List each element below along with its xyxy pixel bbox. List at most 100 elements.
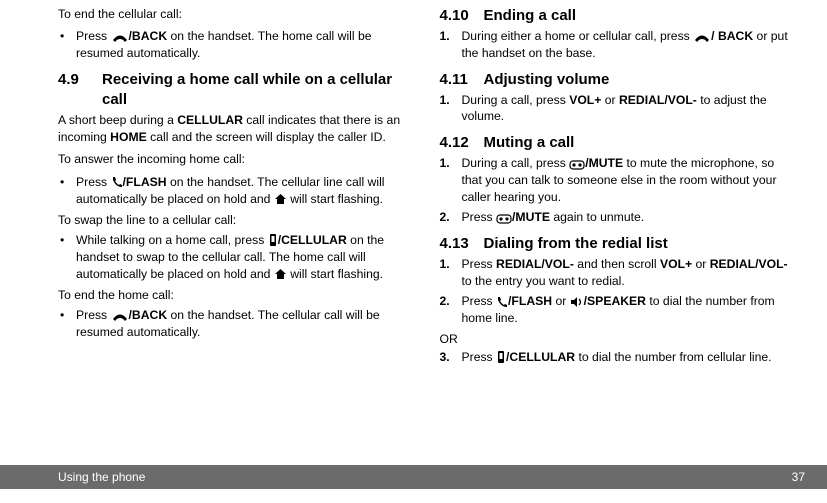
phone-icon	[496, 294, 508, 310]
mute-icon	[496, 210, 512, 226]
list-item: 1. During a call, press VOL+ or REDIAL/V…	[440, 92, 798, 125]
list-item: • Press /BACK on the handset. The cellul…	[58, 307, 416, 340]
key-label: REDIAL/VOL-	[496, 257, 574, 271]
key-label: /CELLULAR	[506, 350, 575, 364]
list-item: • Press /BACK on the handset. The home c…	[58, 28, 416, 61]
page-number: 37	[792, 470, 805, 484]
text: Press	[76, 29, 111, 43]
item-number: 2.	[440, 293, 462, 326]
text: and then scroll	[574, 257, 660, 271]
heading-number: 4.13	[440, 234, 484, 254]
text: Press	[462, 257, 497, 271]
cellular-icon	[268, 233, 278, 249]
bullet-marker: •	[60, 28, 76, 61]
item-text: During a call, press VOL+ or REDIAL/VOL-…	[462, 92, 798, 125]
key-label: /MUTE	[585, 156, 623, 170]
key-label: /FLASH	[508, 294, 552, 308]
heading-title: Dialing from the redial list	[484, 234, 668, 254]
right-column: 4.10 Ending a call 1. During either a ho…	[440, 6, 798, 460]
heading-4-13: 4.13 Dialing from the redial list	[440, 234, 798, 254]
item-text: Press /CELLULAR to dial the number from …	[462, 349, 798, 366]
text-bold: CELLULAR	[177, 113, 243, 127]
bullet-text: While talking on a home call, press /CEL…	[76, 232, 416, 283]
key-label: /CELLULAR	[278, 233, 347, 247]
content-area: To end the cellular call: • Press /BACK …	[0, 0, 827, 460]
item-number: 1.	[440, 155, 462, 205]
text: will start flashing.	[287, 192, 383, 206]
text: Press	[462, 350, 497, 364]
heading-number: 4.12	[440, 133, 484, 153]
item-number: 3.	[440, 349, 462, 366]
heading-number: 4.11	[440, 70, 484, 90]
text: to dial the number from cellular line.	[575, 350, 771, 364]
bullet-marker: •	[60, 232, 76, 283]
bullet-marker: •	[60, 174, 76, 208]
text: or	[692, 257, 710, 271]
handset-icon	[111, 29, 129, 45]
heading-title: Ending a call	[484, 6, 577, 26]
text: call and the screen will display the cal…	[147, 130, 386, 144]
or-text: OR	[440, 331, 798, 347]
item-text: Press REDIAL/VOL- and then scroll VOL+ o…	[462, 256, 798, 289]
heading-4-10: 4.10 Ending a call	[440, 6, 798, 26]
heading-number: 4.10	[440, 6, 484, 26]
key-label: REDIAL/VOL-	[710, 257, 788, 271]
text: will start flashing.	[287, 267, 383, 281]
item-number: 2.	[440, 209, 462, 226]
home-icon	[274, 266, 287, 282]
heading-4-12: 4.12 Muting a call	[440, 133, 798, 153]
page: To end the cellular call: • Press /BACK …	[0, 0, 827, 503]
key-label: /BACK	[129, 308, 168, 322]
text: Press	[76, 308, 111, 322]
text-bold: HOME	[110, 130, 147, 144]
heading-4-9: 4.9 Receiving a home call while on a cel…	[58, 70, 416, 111]
text: To end the home call:	[58, 287, 416, 303]
handset-icon	[111, 308, 129, 324]
left-column: To end the cellular call: • Press /BACK …	[58, 6, 416, 460]
text: To swap the line to a cellular call:	[58, 212, 416, 228]
list-item: 1. During a call, press /MUTE to mute th…	[440, 155, 798, 205]
text: To end the cellular call:	[58, 6, 416, 22]
item-number: 1.	[440, 28, 462, 61]
phone-icon	[111, 174, 123, 190]
text: While talking on a home call, press	[76, 233, 268, 247]
key-label: /MUTE	[512, 210, 550, 224]
bullet-marker: •	[60, 307, 76, 340]
key-label: / BACK	[711, 29, 753, 43]
text: During either a home or cellular call, p…	[462, 29, 694, 43]
key-label: VOL+	[660, 257, 692, 271]
heading-4-11: 4.11 Adjusting volume	[440, 70, 798, 90]
text: Press	[462, 210, 497, 224]
key-label: /FLASH	[123, 175, 167, 189]
heading-title: Receiving a home call while on a cellula…	[102, 70, 416, 111]
text: To answer the incoming home call:	[58, 151, 416, 167]
item-text: During either a home or cellular call, p…	[462, 28, 798, 61]
list-item: 1. During either a home or cellular call…	[440, 28, 798, 61]
key-label: /SPEAKER	[584, 294, 646, 308]
home-icon	[274, 191, 287, 207]
key-label: REDIAL/VOL-	[619, 93, 697, 107]
bullet-text: Press /BACK on the handset. The cellular…	[76, 307, 416, 340]
footer-title: Using the phone	[58, 470, 145, 484]
item-text: Press /MUTE again to unmute.	[462, 209, 798, 226]
heading-number: 4.9	[58, 70, 102, 90]
item-number: 1.	[440, 92, 462, 125]
text: to the entry you want to redial.	[462, 274, 625, 288]
speaker-icon	[570, 294, 584, 310]
text: or	[601, 93, 619, 107]
paragraph: A short beep during a CELLULAR call indi…	[58, 112, 416, 145]
heading-title: Muting a call	[484, 133, 575, 153]
handset-icon	[693, 29, 711, 45]
list-item: • Press /FLASH on the handset. The cellu…	[58, 174, 416, 208]
text: or	[552, 294, 570, 308]
mute-icon	[569, 156, 585, 172]
bullet-text: Press /FLASH on the handset. The cellula…	[76, 174, 416, 208]
list-item: • While talking on a home call, press /C…	[58, 232, 416, 283]
footer-bar: Using the phone 37	[0, 465, 827, 489]
key-label: /BACK	[129, 29, 168, 43]
text: During a call, press	[462, 156, 570, 170]
list-item: 1. Press REDIAL/VOL- and then scroll VOL…	[440, 256, 798, 289]
bullet-text: Press /BACK on the handset. The home cal…	[76, 28, 416, 61]
key-label: VOL+	[569, 93, 601, 107]
item-text: Press /FLASH or /SPEAKER to dial the num…	[462, 293, 798, 326]
